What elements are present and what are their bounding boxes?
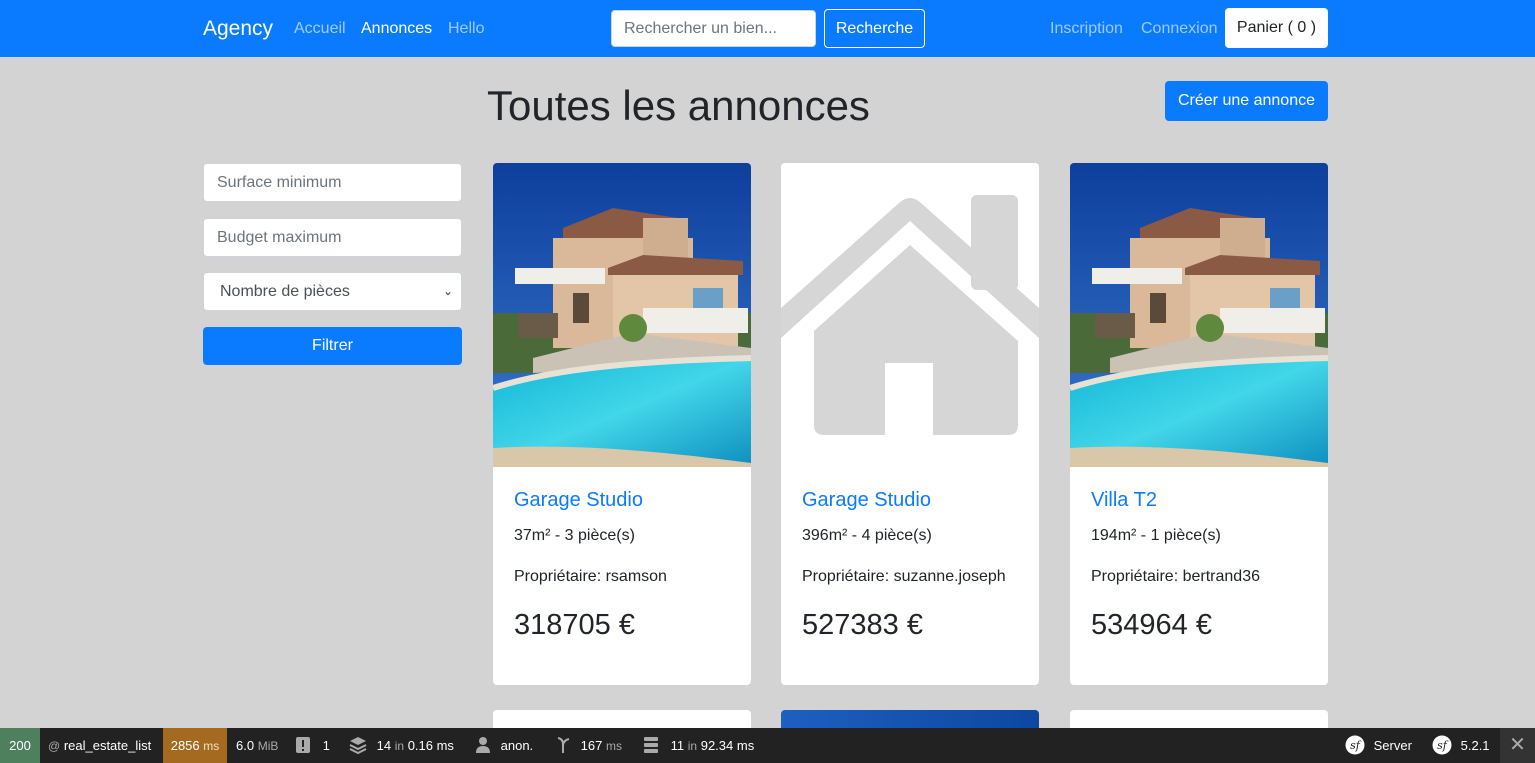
chevron-down-icon: ⌄ — [442, 284, 453, 298]
listing-price: 318705 € — [514, 609, 635, 641]
listing-card-partial[interactable] — [493, 710, 751, 730]
route-label: real_estate_list — [63, 738, 152, 753]
house-placeholder-icon — [781, 163, 1039, 467]
memory-value: 6.0 — [236, 738, 255, 753]
cache-time: 0.16 ms — [407, 738, 454, 753]
status-code-badge[interactable]: 200 — [0, 728, 40, 763]
debug-toolbar: 200 @ real_estate_list 2856 ms 6.0 MiB 1… — [0, 728, 1535, 763]
layers-icon — [349, 737, 367, 755]
logs-item[interactable]: 1 — [295, 728, 330, 763]
twig-icon — [557, 737, 570, 753]
db-count: 11 — [670, 738, 685, 753]
memory-unit: MiB — [257, 739, 279, 753]
server-item[interactable]: sf Server — [1345, 728, 1412, 763]
database-icon — [644, 737, 658, 753]
warning-icon — [296, 737, 310, 753]
route-name[interactable]: @ real_estate_list — [40, 728, 163, 763]
nav-link-inscription[interactable]: Inscription — [1050, 20, 1123, 38]
listing-specs: 194m² - 1 pièce(s) — [1091, 527, 1221, 544]
listing-specs: 37m² - 3 pièce(s) — [514, 527, 635, 544]
listing-card-partial[interactable] — [781, 710, 1039, 730]
user-item[interactable]: anon. — [475, 728, 533, 763]
symfony-icon: sf — [1432, 735, 1452, 755]
db-time: 92.34 ms — [700, 738, 755, 753]
user-icon — [476, 737, 490, 753]
listing-owner: Propriétaire: suzanne.joseph — [802, 568, 1006, 585]
memory-usage[interactable]: 6.0 MiB — [236, 728, 278, 763]
close-icon[interactable]: ✕ — [1500, 728, 1535, 763]
db-in: in — [687, 739, 698, 753]
rooms-select-value: Nombre de pièces — [220, 283, 350, 300]
villa-pool-photo — [1070, 163, 1328, 467]
database-item[interactable]: 11 in 92.34 ms — [643, 728, 754, 763]
top-navbar: Agency Accueil Annonces Hello Recherche … — [0, 0, 1535, 57]
create-listing-button[interactable]: Créer une annonce — [1165, 81, 1328, 121]
request-time-unit: ms — [203, 739, 220, 753]
listing-specs: 396m² - 4 pièce(s) — [802, 527, 932, 544]
symfony-version-item[interactable]: sf 5.2.1 — [1432, 728, 1490, 763]
twig-time: 167 — [580, 738, 603, 753]
listing-owner: Propriétaire: rsamson — [514, 568, 667, 585]
listing-owner: Propriétaire: bertrand36 — [1091, 568, 1260, 585]
listing-title-link[interactable]: Garage Studio — [514, 489, 643, 512]
twig-item[interactable]: 167 ms — [555, 728, 622, 763]
nav-link-connexion[interactable]: Connexion — [1141, 20, 1218, 38]
user-name: anon. — [500, 738, 534, 753]
nav-link-annonces[interactable]: Annonces — [361, 20, 432, 38]
listing-price: 527383 € — [802, 609, 923, 641]
surface-min-input[interactable] — [203, 163, 462, 202]
cart-button[interactable]: Panier ( 0 ) — [1225, 8, 1328, 48]
villa-pool-photo — [493, 163, 751, 467]
nav-link-hello[interactable]: Hello — [448, 20, 484, 38]
listing-title-link[interactable]: Garage Studio — [802, 489, 931, 512]
search-input[interactable] — [611, 10, 816, 47]
listing-card[interactable]: Villa T2 194m² - 1 pièce(s) Propriétaire… — [1070, 163, 1328, 685]
filter-button[interactable]: Filtrer — [203, 327, 462, 365]
search-button[interactable]: Recherche — [824, 9, 925, 48]
budget-max-input[interactable] — [203, 218, 462, 257]
symfony-icon: sf — [1345, 735, 1365, 755]
cache-item[interactable]: 14 in 0.16 ms — [349, 728, 454, 763]
listing-title-link[interactable]: Villa T2 — [1091, 489, 1157, 512]
twig-unit: ms — [605, 739, 622, 753]
nav-link-accueil[interactable]: Accueil — [294, 20, 346, 38]
listing-card[interactable]: Garage Studio 37m² - 3 pièce(s) Propriét… — [493, 163, 751, 685]
listing-card[interactable]: Garage Studio 396m² - 4 pièce(s) Proprié… — [781, 163, 1039, 685]
cache-count: 14 — [376, 738, 392, 753]
at-icon: @ — [48, 739, 61, 753]
cache-in: in — [394, 739, 405, 753]
listing-card-partial[interactable] — [1070, 710, 1328, 730]
rooms-select[interactable]: Nombre de pièces ⌄ — [203, 272, 462, 311]
brand-link[interactable]: Agency — [203, 17, 273, 41]
request-time[interactable]: 2856 ms — [163, 728, 227, 763]
page-title: Toutes les annonces — [487, 82, 870, 129]
server-label: Server — [1373, 738, 1412, 753]
symfony-version: 5.2.1 — [1460, 738, 1490, 753]
listing-price: 534964 € — [1091, 609, 1212, 641]
logs-count: 1 — [322, 738, 330, 753]
request-time-value: 2856 — [170, 738, 200, 753]
